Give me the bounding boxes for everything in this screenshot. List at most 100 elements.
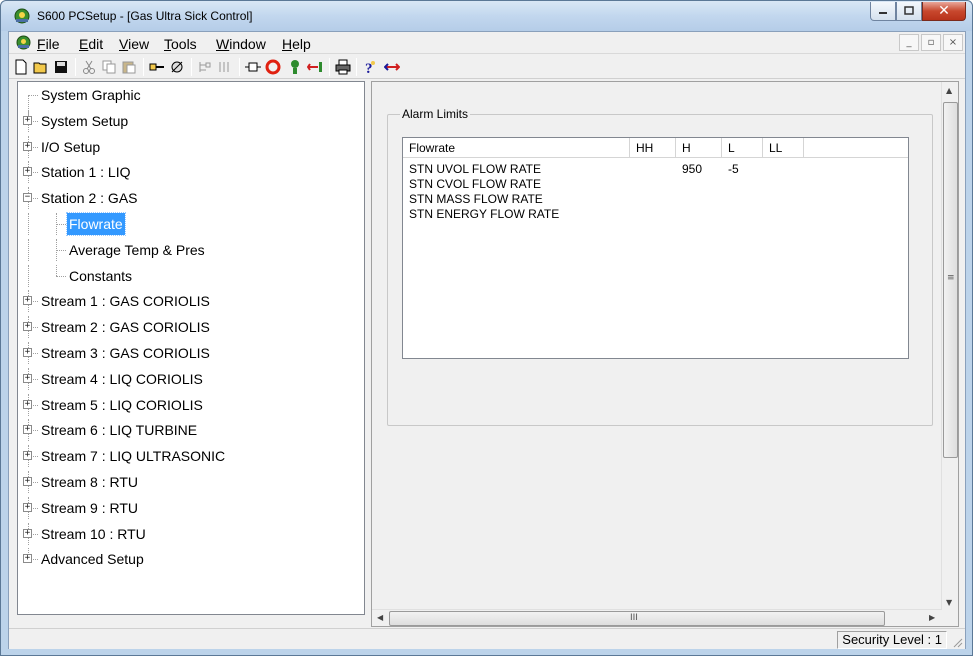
- tree-item[interactable]: + Stream 1 : GAS CORIOLIS: [18, 290, 364, 312]
- port-button[interactable]: [244, 58, 262, 76]
- expand-icon[interactable]: +: [23, 451, 32, 460]
- upload-button[interactable]: [286, 58, 304, 76]
- tree-item[interactable]: + Stream 6 : LIQ TURBINE: [18, 419, 364, 441]
- tree-item-label[interactable]: Stream 1 : GAS CORIOLIS: [39, 290, 212, 312]
- table-row[interactable]: STN ENERGY FLOW RATE: [403, 207, 908, 222]
- tree-item-label[interactable]: Average Temp & Pres: [67, 239, 207, 261]
- mdi-close-button[interactable]: ×: [943, 34, 963, 51]
- tree-item-label[interactable]: Station 1 : LIQ: [39, 161, 133, 183]
- tree-item-label[interactable]: System Setup: [39, 110, 130, 132]
- menu-file[interactable]: File: [37, 36, 60, 52]
- tree-item-label[interactable]: Stream 9 : RTU: [39, 497, 140, 519]
- tree-item[interactable]: Flowrate: [18, 212, 364, 236]
- expand-icon[interactable]: +: [23, 425, 32, 434]
- expand-icon[interactable]: +: [23, 348, 32, 357]
- tree-item[interactable]: + Station 1 : LIQ: [18, 161, 364, 183]
- tree-item[interactable]: + Stream 2 : GAS CORIOLIS: [18, 316, 364, 338]
- menu-window[interactable]: Window: [216, 36, 266, 52]
- expand-icon[interactable]: +: [23, 167, 32, 176]
- tree-item-label[interactable]: Stream 10 : RTU: [39, 523, 148, 545]
- vertical-scroll-thumb[interactable]: ≡: [943, 102, 958, 458]
- scroll-up-icon[interactable]: ▲: [946, 86, 952, 95]
- tree-item[interactable]: + System Setup: [18, 110, 364, 132]
- table-row[interactable]: STN CVOL FLOW RATE: [403, 177, 908, 192]
- tree-item-label[interactable]: Flowrate: [66, 212, 126, 236]
- column-header-l[interactable]: L: [722, 138, 763, 158]
- tree-item[interactable]: + Stream 3 : GAS CORIOLIS: [18, 342, 364, 364]
- disconnect-button[interactable]: [168, 58, 186, 76]
- tree-item[interactable]: Constants: [18, 265, 364, 287]
- columns-button[interactable]: [216, 58, 234, 76]
- tree-item[interactable]: + Advanced Setup: [18, 548, 364, 570]
- scroll-right-icon[interactable]: ▶: [929, 613, 935, 622]
- tree-item-label[interactable]: Stream 5 : LIQ CORIOLIS: [39, 394, 205, 416]
- tree-item-label[interactable]: Stream 3 : GAS CORIOLIS: [39, 342, 212, 364]
- collapse-icon[interactable]: −: [23, 193, 32, 202]
- table-row[interactable]: STN MASS FLOW RATE: [403, 192, 908, 207]
- mdi-restore-button[interactable]: ▫: [921, 34, 941, 51]
- tree-item-label[interactable]: Stream 8 : RTU: [39, 471, 140, 493]
- help-button[interactable]: ?: [361, 58, 379, 76]
- expand-icon[interactable]: +: [23, 322, 32, 331]
- tree-item-label[interactable]: Advanced Setup: [39, 548, 146, 570]
- tree-item[interactable]: + Stream 8 : RTU: [18, 471, 364, 493]
- expand-icon[interactable]: +: [23, 554, 32, 563]
- tree-item[interactable]: − Station 2 : GAS: [18, 187, 364, 209]
- expand-icon[interactable]: +: [23, 374, 32, 383]
- column-header-flowrate[interactable]: Flowrate: [403, 138, 630, 158]
- alarm-limits-list[interactable]: Flowrate HH H L LL STN UVOL FLOW RATE 950…: [402, 137, 909, 359]
- title-bar[interactable]: S600 PCSetup - [Gas Ultra Sick Control] …: [1, 1, 972, 31]
- tree-item-label[interactable]: Stream 6 : LIQ TURBINE: [39, 419, 199, 441]
- tree-button[interactable]: [196, 58, 214, 76]
- stop-button[interactable]: [264, 58, 282, 76]
- maximize-button[interactable]: [896, 2, 922, 21]
- tree-item[interactable]: + I/O Setup: [18, 136, 364, 158]
- connect-button[interactable]: [148, 58, 166, 76]
- tree-item-label[interactable]: I/O Setup: [39, 136, 102, 158]
- expand-icon[interactable]: +: [23, 142, 32, 151]
- scroll-down-icon[interactable]: ▼: [946, 598, 952, 607]
- minimize-button[interactable]: [870, 2, 896, 21]
- resize-grip-icon[interactable]: [951, 636, 963, 648]
- menu-view[interactable]: View: [119, 36, 149, 52]
- tree-item[interactable]: + Stream 7 : LIQ ULTRASONIC: [18, 445, 364, 467]
- mdi-minimize-button[interactable]: _: [899, 34, 919, 51]
- tree-item[interactable]: System Graphic: [18, 84, 364, 117]
- tree-item[interactable]: + Stream 5 : LIQ CORIOLIS: [18, 394, 364, 416]
- expand-icon[interactable]: +: [23, 529, 32, 538]
- menu-tools[interactable]: Tools: [164, 36, 197, 52]
- tree-item-label[interactable]: Station 2 : GAS: [39, 187, 140, 209]
- cut-button[interactable]: [80, 58, 98, 76]
- tree-item-label[interactable]: Stream 7 : LIQ ULTRASONIC: [39, 445, 227, 467]
- expand-icon[interactable]: +: [23, 116, 32, 125]
- print-button[interactable]: [334, 58, 352, 76]
- vertical-scrollbar[interactable]: ▲ ≡ ▼: [941, 82, 958, 611]
- download-button[interactable]: [306, 58, 324, 76]
- save-button[interactable]: [52, 58, 70, 76]
- paste-button[interactable]: [120, 58, 138, 76]
- close-button[interactable]: ✕: [922, 2, 966, 21]
- column-header-h[interactable]: H: [676, 138, 722, 158]
- table-row[interactable]: STN UVOL FLOW RATE 950 -5: [403, 162, 908, 177]
- horizontal-scrollbar[interactable]: ◀ III ▶: [372, 609, 942, 626]
- transfer-button[interactable]: [383, 58, 401, 76]
- tree-item[interactable]: + Stream 10 : RTU: [18, 523, 364, 545]
- menu-help[interactable]: Help: [282, 36, 311, 52]
- tree-item[interactable]: + Stream 9 : RTU: [18, 497, 364, 519]
- tree-item[interactable]: Average Temp & Pres: [18, 239, 364, 261]
- tree-item-label[interactable]: Stream 4 : LIQ CORIOLIS: [39, 368, 205, 390]
- horizontal-scroll-thumb[interactable]: III: [389, 611, 885, 626]
- navigation-tree[interactable]: System Graphic + System Setup + I/O Setup + St…: [17, 81, 365, 615]
- tree-item-label[interactable]: Stream 2 : GAS CORIOLIS: [39, 316, 212, 338]
- tree-item[interactable]: + Stream 4 : LIQ CORIOLIS: [18, 368, 364, 390]
- expand-icon[interactable]: +: [23, 296, 32, 305]
- column-header-ll[interactable]: LL: [763, 138, 804, 158]
- expand-icon[interactable]: +: [23, 400, 32, 409]
- column-header-hh[interactable]: HH: [630, 138, 676, 158]
- copy-button[interactable]: [100, 58, 118, 76]
- open-button[interactable]: [32, 58, 50, 76]
- scroll-left-icon[interactable]: ◀: [377, 613, 383, 622]
- expand-icon[interactable]: +: [23, 503, 32, 512]
- expand-icon[interactable]: +: [23, 477, 32, 486]
- new-button[interactable]: [12, 58, 30, 76]
